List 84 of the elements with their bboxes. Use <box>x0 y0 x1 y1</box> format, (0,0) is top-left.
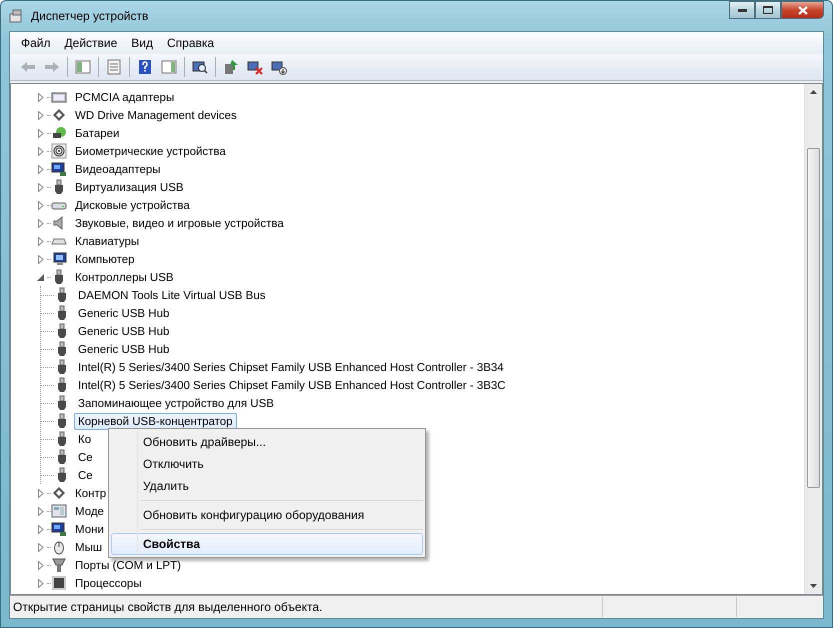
menu-item[interactable]: Действие <box>58 33 124 53</box>
expand-triangle-icon[interactable] <box>36 236 45 246</box>
expand-triangle-icon[interactable] <box>36 254 45 264</box>
expand-triangle-icon[interactable] <box>36 542 45 552</box>
properties-icon <box>106 59 122 75</box>
expand-triangle-icon[interactable] <box>36 110 45 120</box>
context-menu-item[interactable]: Удалить <box>111 475 423 497</box>
monitor-icon <box>51 521 67 537</box>
tree-item[interactable]: Запоминающее устройство для USB <box>74 394 278 412</box>
tree-item[interactable]: Intel(R) 5 Series/3400 Series Chipset Family USB Enhanced Host Controller - 3B34 <box>74 358 508 376</box>
collapse-triangle-icon[interactable] <box>36 272 45 282</box>
tree-item[interactable]: Моде <box>71 502 108 520</box>
tree-item[interactable]: DAEMON Tools Lite Virtual USB Bus <box>74 286 270 304</box>
tree-item[interactable]: Порты (COM и LPT) <box>71 556 185 574</box>
expand-triangle-icon[interactable] <box>36 506 45 516</box>
tree-item[interactable]: Видеоадаптеры <box>71 160 165 178</box>
tree-item[interactable]: Ко <box>74 430 96 448</box>
tree-item[interactable]: Корневой USB-концентратор <box>74 412 237 430</box>
expand-triangle-icon[interactable] <box>36 128 45 138</box>
menu-item[interactable]: Файл <box>14 33 58 53</box>
expand-triangle-icon[interactable] <box>36 560 45 570</box>
tree-item[interactable]: Се <box>74 466 97 484</box>
tree-item[interactable]: Контр <box>71 484 110 502</box>
tree-item[interactable]: Процессоры <box>71 574 146 592</box>
window-title: Диспетчер устройств <box>31 9 150 23</box>
console-tree-icon <box>75 59 91 75</box>
expand-triangle-icon[interactable] <box>36 524 45 534</box>
tree-item[interactable]: WD Drive Management devices <box>71 106 241 124</box>
tree-item[interactable]: Клавиатуры <box>71 232 144 250</box>
maximize-icon <box>763 6 773 14</box>
context-menu-item[interactable]: Обновить драйверы... <box>111 431 423 453</box>
scroll-down-icon[interactable] <box>810 584 817 588</box>
context-menu-item[interactable]: Обновить конфигурацию оборудования <box>111 504 423 526</box>
mouse-icon <box>51 539 67 555</box>
uninstall-device-icon <box>271 59 287 75</box>
help-icon <box>137 59 153 75</box>
expand-triangle-icon[interactable] <box>36 182 45 192</box>
tree-item[interactable]: Generic USB Hub <box>74 304 174 322</box>
minimize-button[interactable] <box>729 1 755 19</box>
minimize-icon <box>738 8 746 12</box>
context-menu-item[interactable]: Свойства <box>111 533 423 555</box>
disable-device-icon <box>247 59 263 75</box>
tree-item[interactable]: Виртуализация USB <box>71 178 188 196</box>
status-text: Открытие страницы свойств для выделенного объекта. <box>12 600 324 614</box>
tree-item[interactable]: Generic USB Hub <box>74 322 174 340</box>
connector-icon <box>51 557 67 573</box>
diamond-arrow-icon <box>51 485 67 501</box>
scroll-up-icon[interactable] <box>810 90 817 94</box>
battery-icon <box>51 125 67 141</box>
tree-item[interactable]: Дисковые устройства <box>71 196 194 214</box>
update-driver-icon <box>223 59 239 75</box>
menu-item[interactable]: Справка <box>160 33 222 53</box>
back-arrow-icon <box>20 59 36 75</box>
expand-triangle-icon[interactable] <box>36 488 45 498</box>
expand-triangle-icon[interactable] <box>36 200 45 210</box>
monitor-magnifier-icon <box>192 59 208 75</box>
diamond-arrow-icon <box>51 107 67 123</box>
chip-icon <box>51 575 67 591</box>
expand-triangle-icon[interactable] <box>36 218 45 228</box>
tree-item[interactable]: Мыш <box>71 538 106 556</box>
close-icon <box>798 6 808 14</box>
tree-item[interactable]: Батареи <box>71 124 124 142</box>
scrollbar[interactable] <box>804 84 822 594</box>
action-pane-icon <box>161 59 177 75</box>
tree-item[interactable]: Generic USB Hub <box>74 340 174 358</box>
tree-item[interactable]: PCMCIA адаптеры <box>71 88 178 106</box>
expand-triangle-icon[interactable] <box>36 164 45 174</box>
maximize-button[interactable] <box>755 1 781 19</box>
close-button[interactable] <box>781 1 824 19</box>
monitor-icon <box>51 161 67 177</box>
tree-item[interactable]: Контроллеры USB <box>71 268 178 286</box>
menu-item[interactable]: Вид <box>124 33 160 53</box>
forward-arrow-icon <box>44 59 60 75</box>
expand-triangle-icon[interactable] <box>36 578 45 588</box>
tree-item[interactable]: Intel(R) 5 Series/3400 Series Chipset Family USB Enhanced Host Controller - 3B3C <box>74 376 510 394</box>
tree-item[interactable]: Се <box>74 448 97 466</box>
tree-item[interactable]: Звуковые, видео и игровые устройства <box>71 214 288 232</box>
context-menu-item[interactable]: Отключить <box>111 453 423 475</box>
tree-item[interactable]: Мони <box>71 520 108 538</box>
tree-item[interactable]: Биометрические устройства <box>71 142 230 160</box>
expand-triangle-icon[interactable] <box>36 92 45 102</box>
tree-item[interactable]: Компьютер <box>71 250 139 268</box>
expand-triangle-icon[interactable] <box>36 146 45 156</box>
computer-icon <box>51 251 67 267</box>
